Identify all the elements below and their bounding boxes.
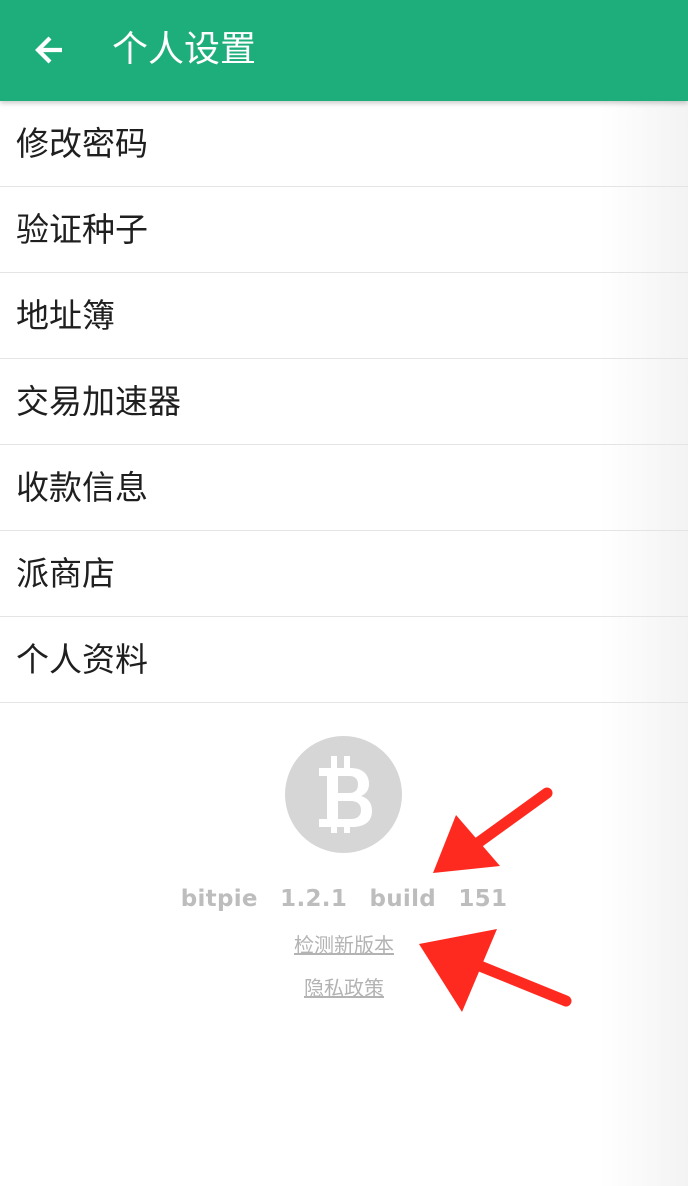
annotation-arrow-lower	[419, 929, 572, 1012]
